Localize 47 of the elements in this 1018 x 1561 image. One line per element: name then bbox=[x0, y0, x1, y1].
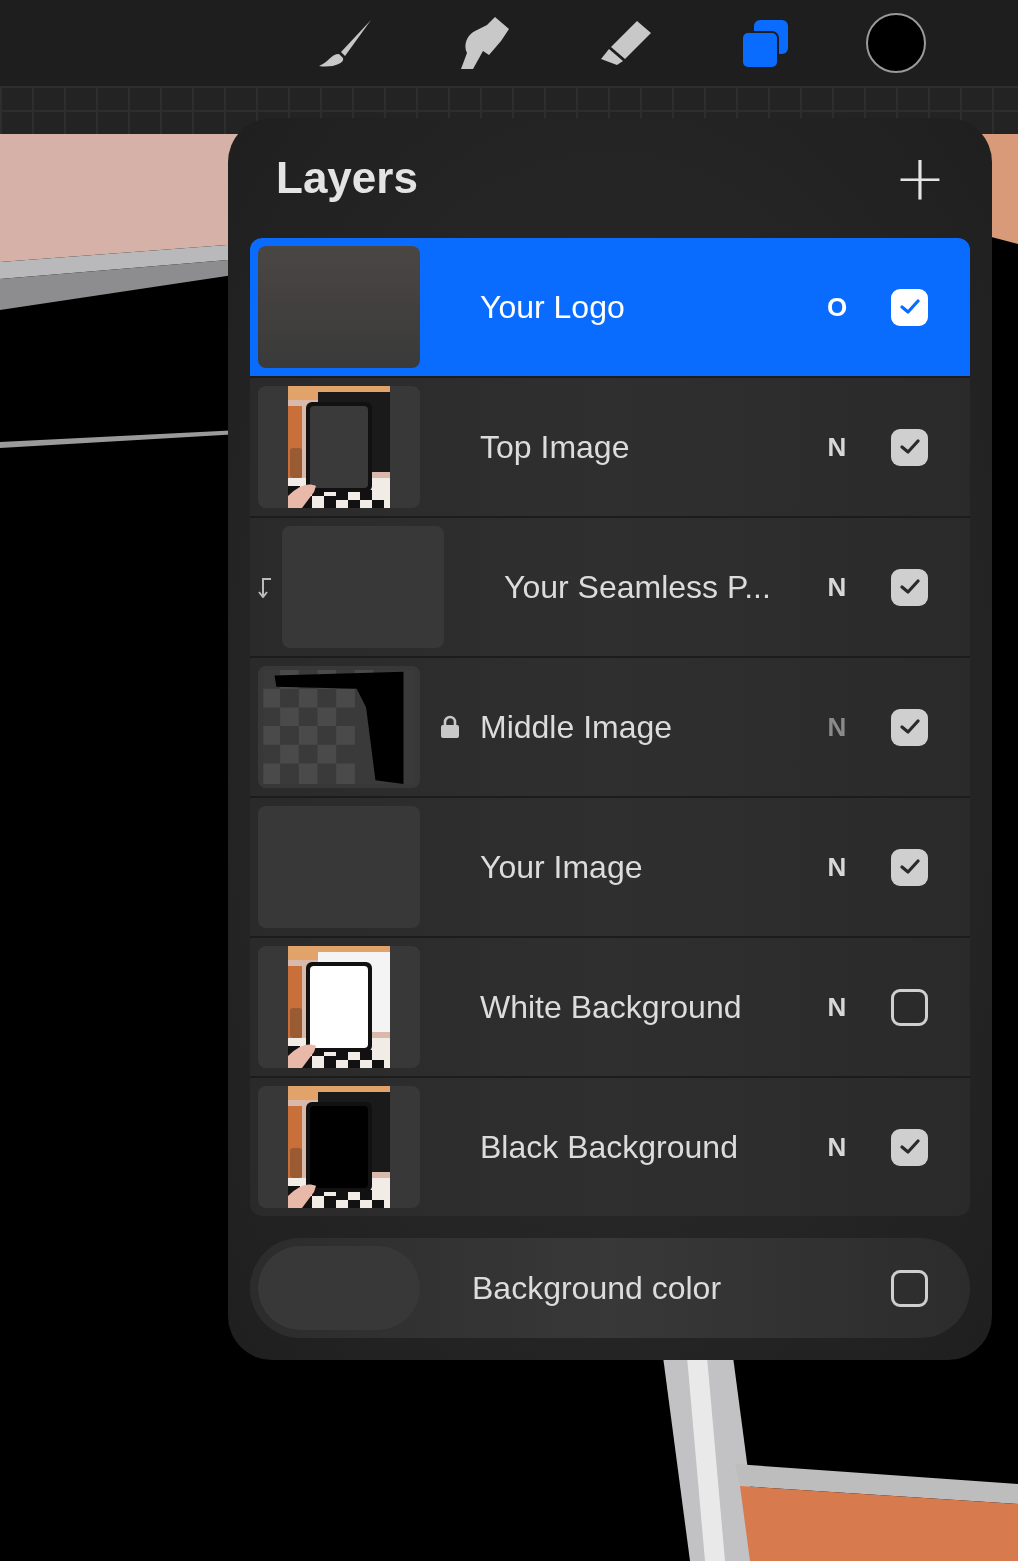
layer-name: White Background bbox=[480, 988, 743, 1026]
blend-mode[interactable]: O bbox=[817, 291, 857, 323]
visibility-checkbox[interactable] bbox=[891, 1128, 928, 1166]
layer-row[interactable]: Your Logo O bbox=[250, 238, 970, 376]
panel-title: Layers bbox=[276, 153, 418, 203]
visibility-checkbox[interactable] bbox=[891, 288, 928, 326]
layer-thumbnail[interactable] bbox=[258, 246, 420, 368]
layers-icon bbox=[740, 18, 790, 68]
blend-mode[interactable]: N bbox=[817, 571, 857, 603]
layer-row[interactable]: White Background N bbox=[250, 938, 970, 1076]
layer-row[interactable]: Top Image N bbox=[250, 378, 970, 516]
visibility-checkbox[interactable] bbox=[891, 708, 928, 746]
layer-row[interactable]: Middle Image N bbox=[250, 658, 970, 796]
layer-row[interactable]: Black Background N bbox=[250, 1078, 970, 1216]
check-icon bbox=[899, 859, 920, 875]
check-icon bbox=[899, 1139, 920, 1155]
visibility-checkbox[interactable] bbox=[891, 988, 928, 1026]
visibility-checkbox[interactable] bbox=[891, 848, 928, 886]
check-icon bbox=[899, 719, 920, 735]
color-swatch[interactable] bbox=[866, 13, 926, 73]
layer-thumbnail[interactable] bbox=[258, 1086, 420, 1208]
background-color-row[interactable]: Background color bbox=[250, 1238, 970, 1338]
visibility-checkbox[interactable] bbox=[891, 568, 928, 606]
layer-row[interactable]: Your Image N bbox=[250, 798, 970, 936]
layer-row[interactable]: Your Seamless P... N bbox=[250, 518, 970, 656]
layer-name: Top Image bbox=[480, 428, 631, 466]
blend-mode[interactable]: N bbox=[817, 851, 857, 883]
check-icon bbox=[899, 439, 920, 455]
layer-name: Background color bbox=[472, 1269, 723, 1307]
layer-name: Middle Image bbox=[480, 708, 674, 746]
add-layer-button[interactable]: + bbox=[894, 147, 946, 209]
check-icon bbox=[899, 579, 920, 595]
layer-thumbnail[interactable] bbox=[258, 386, 420, 508]
blend-mode[interactable]: N bbox=[817, 991, 857, 1023]
layer-name: Black Background bbox=[480, 1128, 739, 1166]
background-swatch[interactable] bbox=[258, 1246, 420, 1330]
blend-mode[interactable]: N bbox=[817, 431, 857, 463]
check-icon bbox=[899, 299, 920, 315]
layer-name: Your Seamless P... bbox=[504, 568, 772, 606]
finger-icon bbox=[459, 15, 511, 71]
layer-thumbnail[interactable] bbox=[258, 946, 420, 1068]
layer-name: Your Image bbox=[480, 848, 644, 886]
blend-mode[interactable]: N bbox=[817, 711, 857, 743]
layer-name: Your Logo bbox=[480, 288, 626, 326]
visibility-checkbox[interactable] bbox=[891, 428, 928, 466]
blend-mode[interactable]: N bbox=[817, 1131, 857, 1163]
visibility-checkbox[interactable] bbox=[891, 1269, 928, 1307]
